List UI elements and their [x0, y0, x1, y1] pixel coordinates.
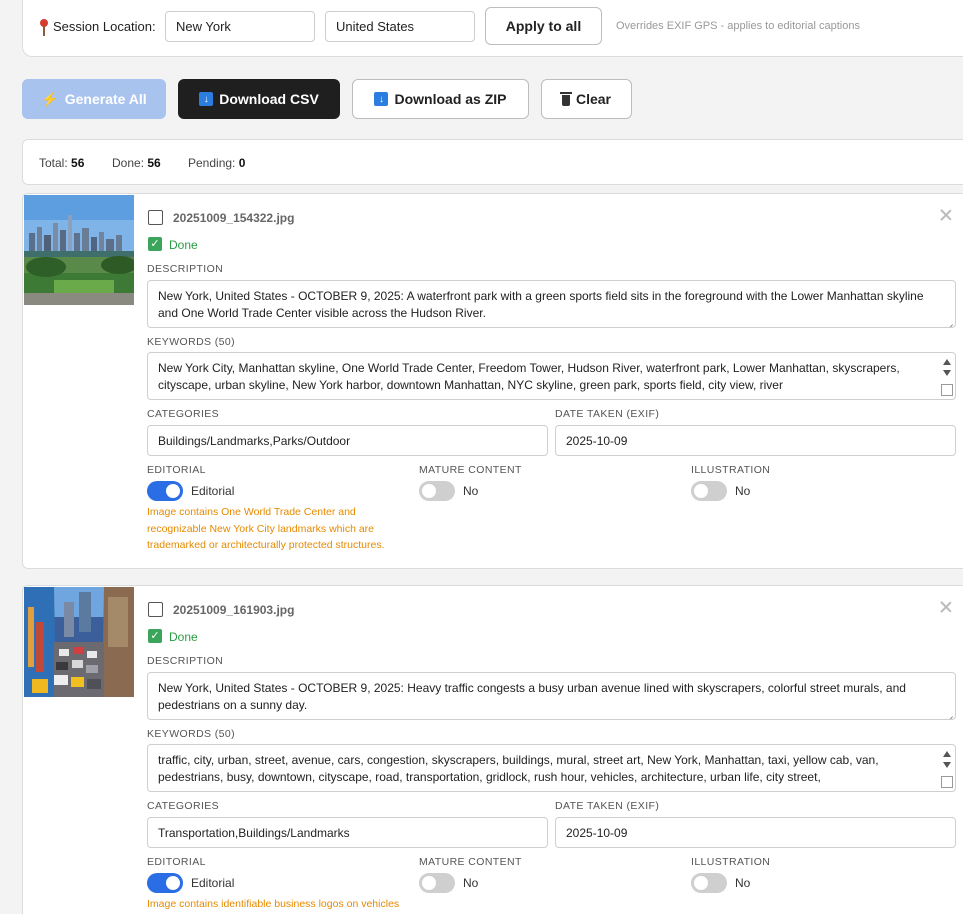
download-icon: ↓	[199, 92, 214, 106]
illustration-toggle[interactable]	[691, 481, 727, 501]
keywords-textarea[interactable]: New York City, Manhattan skyline, One Wo…	[147, 352, 956, 400]
mature-content-label: MATURE CONTENT	[419, 856, 522, 868]
resize-handle[interactable]	[941, 384, 953, 396]
mature-content-label: MATURE CONTENT	[419, 464, 522, 476]
stat-done: Done: 56	[112, 156, 161, 170]
city-input[interactable]	[165, 11, 315, 42]
description-label: DESCRIPTION	[147, 263, 224, 275]
editorial-toggle[interactable]	[147, 481, 183, 501]
categories-input[interactable]: Buildings/Landmarks,Parks/Outdoor	[147, 425, 548, 456]
mature-content-toggle[interactable]	[419, 481, 455, 501]
categories-label: CATEGORIES	[147, 408, 220, 420]
editorial-warning: Image contains One World Trade Center an…	[147, 506, 385, 551]
image-card: 20251009_161903.jpg ✓ Done DESCRIPTION N…	[22, 585, 963, 914]
file-name: 20251009_154322.jpg	[173, 211, 295, 225]
date-taken-label: DATE TAKEN (EXIF)	[555, 800, 660, 812]
scroll-up-icon[interactable]	[943, 359, 951, 365]
resize-handle[interactable]	[945, 709, 953, 717]
keywords-label: KEYWORDS (50)	[147, 728, 236, 740]
scrollbar[interactable]	[940, 746, 954, 790]
date-taken-input[interactable]: 2025-10-09	[555, 817, 956, 848]
download-zip-button[interactable]: ↓ Download as ZIP	[352, 79, 529, 119]
resize-handle[interactable]	[945, 317, 953, 325]
lightning-icon: ⚡	[41, 90, 59, 107]
date-taken-label: DATE TAKEN (EXIF)	[555, 408, 660, 420]
download-csv-label: Download CSV	[219, 91, 319, 107]
override-note: Overrides EXIF GPS - applies to editoria…	[616, 20, 860, 32]
description-text: New York, United States - OCTOBER 9, 202…	[158, 681, 906, 712]
illustration-label: ILLUSTRATION	[691, 856, 771, 868]
illustration-toggle-text: No	[735, 876, 751, 890]
session-location-label: Session Location:	[53, 19, 156, 34]
scroll-down-icon[interactable]	[943, 370, 951, 376]
apply-to-all-button[interactable]: Apply to all	[485, 7, 602, 45]
illustration-toggle-text: No	[735, 484, 751, 498]
date-taken-input[interactable]: 2025-10-09	[555, 425, 956, 456]
file-name: 20251009_161903.jpg	[173, 603, 295, 617]
editorial-toggle[interactable]	[147, 873, 183, 893]
keywords-textarea[interactable]: traffic, city, urban, street, avenue, ca…	[147, 744, 956, 792]
description-label: DESCRIPTION	[147, 655, 224, 667]
resize-handle[interactable]	[941, 776, 953, 788]
illustration-toggle[interactable]	[691, 873, 727, 893]
description-textarea[interactable]: New York, United States - OCTOBER 9, 202…	[147, 280, 956, 328]
image-thumbnail[interactable]	[24, 587, 134, 697]
check-icon: ✓	[148, 629, 162, 643]
mature-content-toggle-text: No	[463, 484, 479, 498]
stat-pending: Pending: 0	[188, 156, 246, 170]
select-checkbox[interactable]	[148, 602, 163, 617]
mature-content-toggle-text: No	[463, 876, 479, 890]
editorial-warning: Image contains identifiable business log…	[147, 898, 400, 910]
keywords-label: KEYWORDS (50)	[147, 336, 236, 348]
editorial-label: EDITORIAL	[147, 464, 206, 476]
session-location-bar: Session Location: Apply to all Overrides…	[22, 0, 963, 57]
download-zip-label: Download as ZIP	[394, 91, 507, 107]
close-icon[interactable]	[939, 600, 953, 614]
pin-icon	[39, 19, 49, 37]
clear-button[interactable]: Clear	[541, 79, 632, 119]
download-icon: ↓	[374, 92, 389, 106]
editorial-toggle-text: Editorial	[191, 876, 235, 890]
status-done: Done	[169, 238, 198, 252]
illustration-label: ILLUSTRATION	[691, 464, 771, 476]
image-thumbnail[interactable]	[24, 195, 134, 305]
image-card: 20251009_154322.jpg ✓ Done DESCRIPTION N…	[22, 193, 963, 569]
description-text: New York, United States - OCTOBER 9, 202…	[158, 289, 924, 320]
categories-input[interactable]: Transportation,Buildings/Landmarks	[147, 817, 548, 848]
editorial-toggle-text: Editorial	[191, 484, 235, 498]
stat-total: Total: 56	[39, 156, 85, 170]
check-icon: ✓	[148, 237, 162, 251]
mature-content-toggle[interactable]	[419, 873, 455, 893]
keywords-text: New York City, Manhattan skyline, One Wo…	[158, 361, 900, 392]
generate-all-button[interactable]: ⚡ Generate All	[22, 79, 166, 119]
description-textarea[interactable]: New York, United States - OCTOBER 9, 202…	[147, 672, 956, 720]
scrollbar[interactable]	[940, 354, 954, 398]
status-done: Done	[169, 630, 198, 644]
download-csv-button[interactable]: ↓ Download CSV	[178, 79, 340, 119]
scroll-down-icon[interactable]	[943, 762, 951, 768]
keywords-text: traffic, city, urban, street, avenue, ca…	[158, 753, 879, 784]
editorial-label: EDITORIAL	[147, 856, 206, 868]
select-checkbox[interactable]	[148, 210, 163, 225]
clear-label: Clear	[575, 91, 612, 107]
scroll-up-icon[interactable]	[943, 751, 951, 757]
categories-label: CATEGORIES	[147, 800, 220, 812]
stats-bar: Total: 56 Done: 56 Pending: 0	[22, 139, 963, 185]
country-input[interactable]	[325, 11, 475, 42]
generate-all-label: Generate All	[64, 91, 147, 107]
trash-icon	[559, 91, 572, 106]
close-icon[interactable]	[939, 208, 953, 222]
